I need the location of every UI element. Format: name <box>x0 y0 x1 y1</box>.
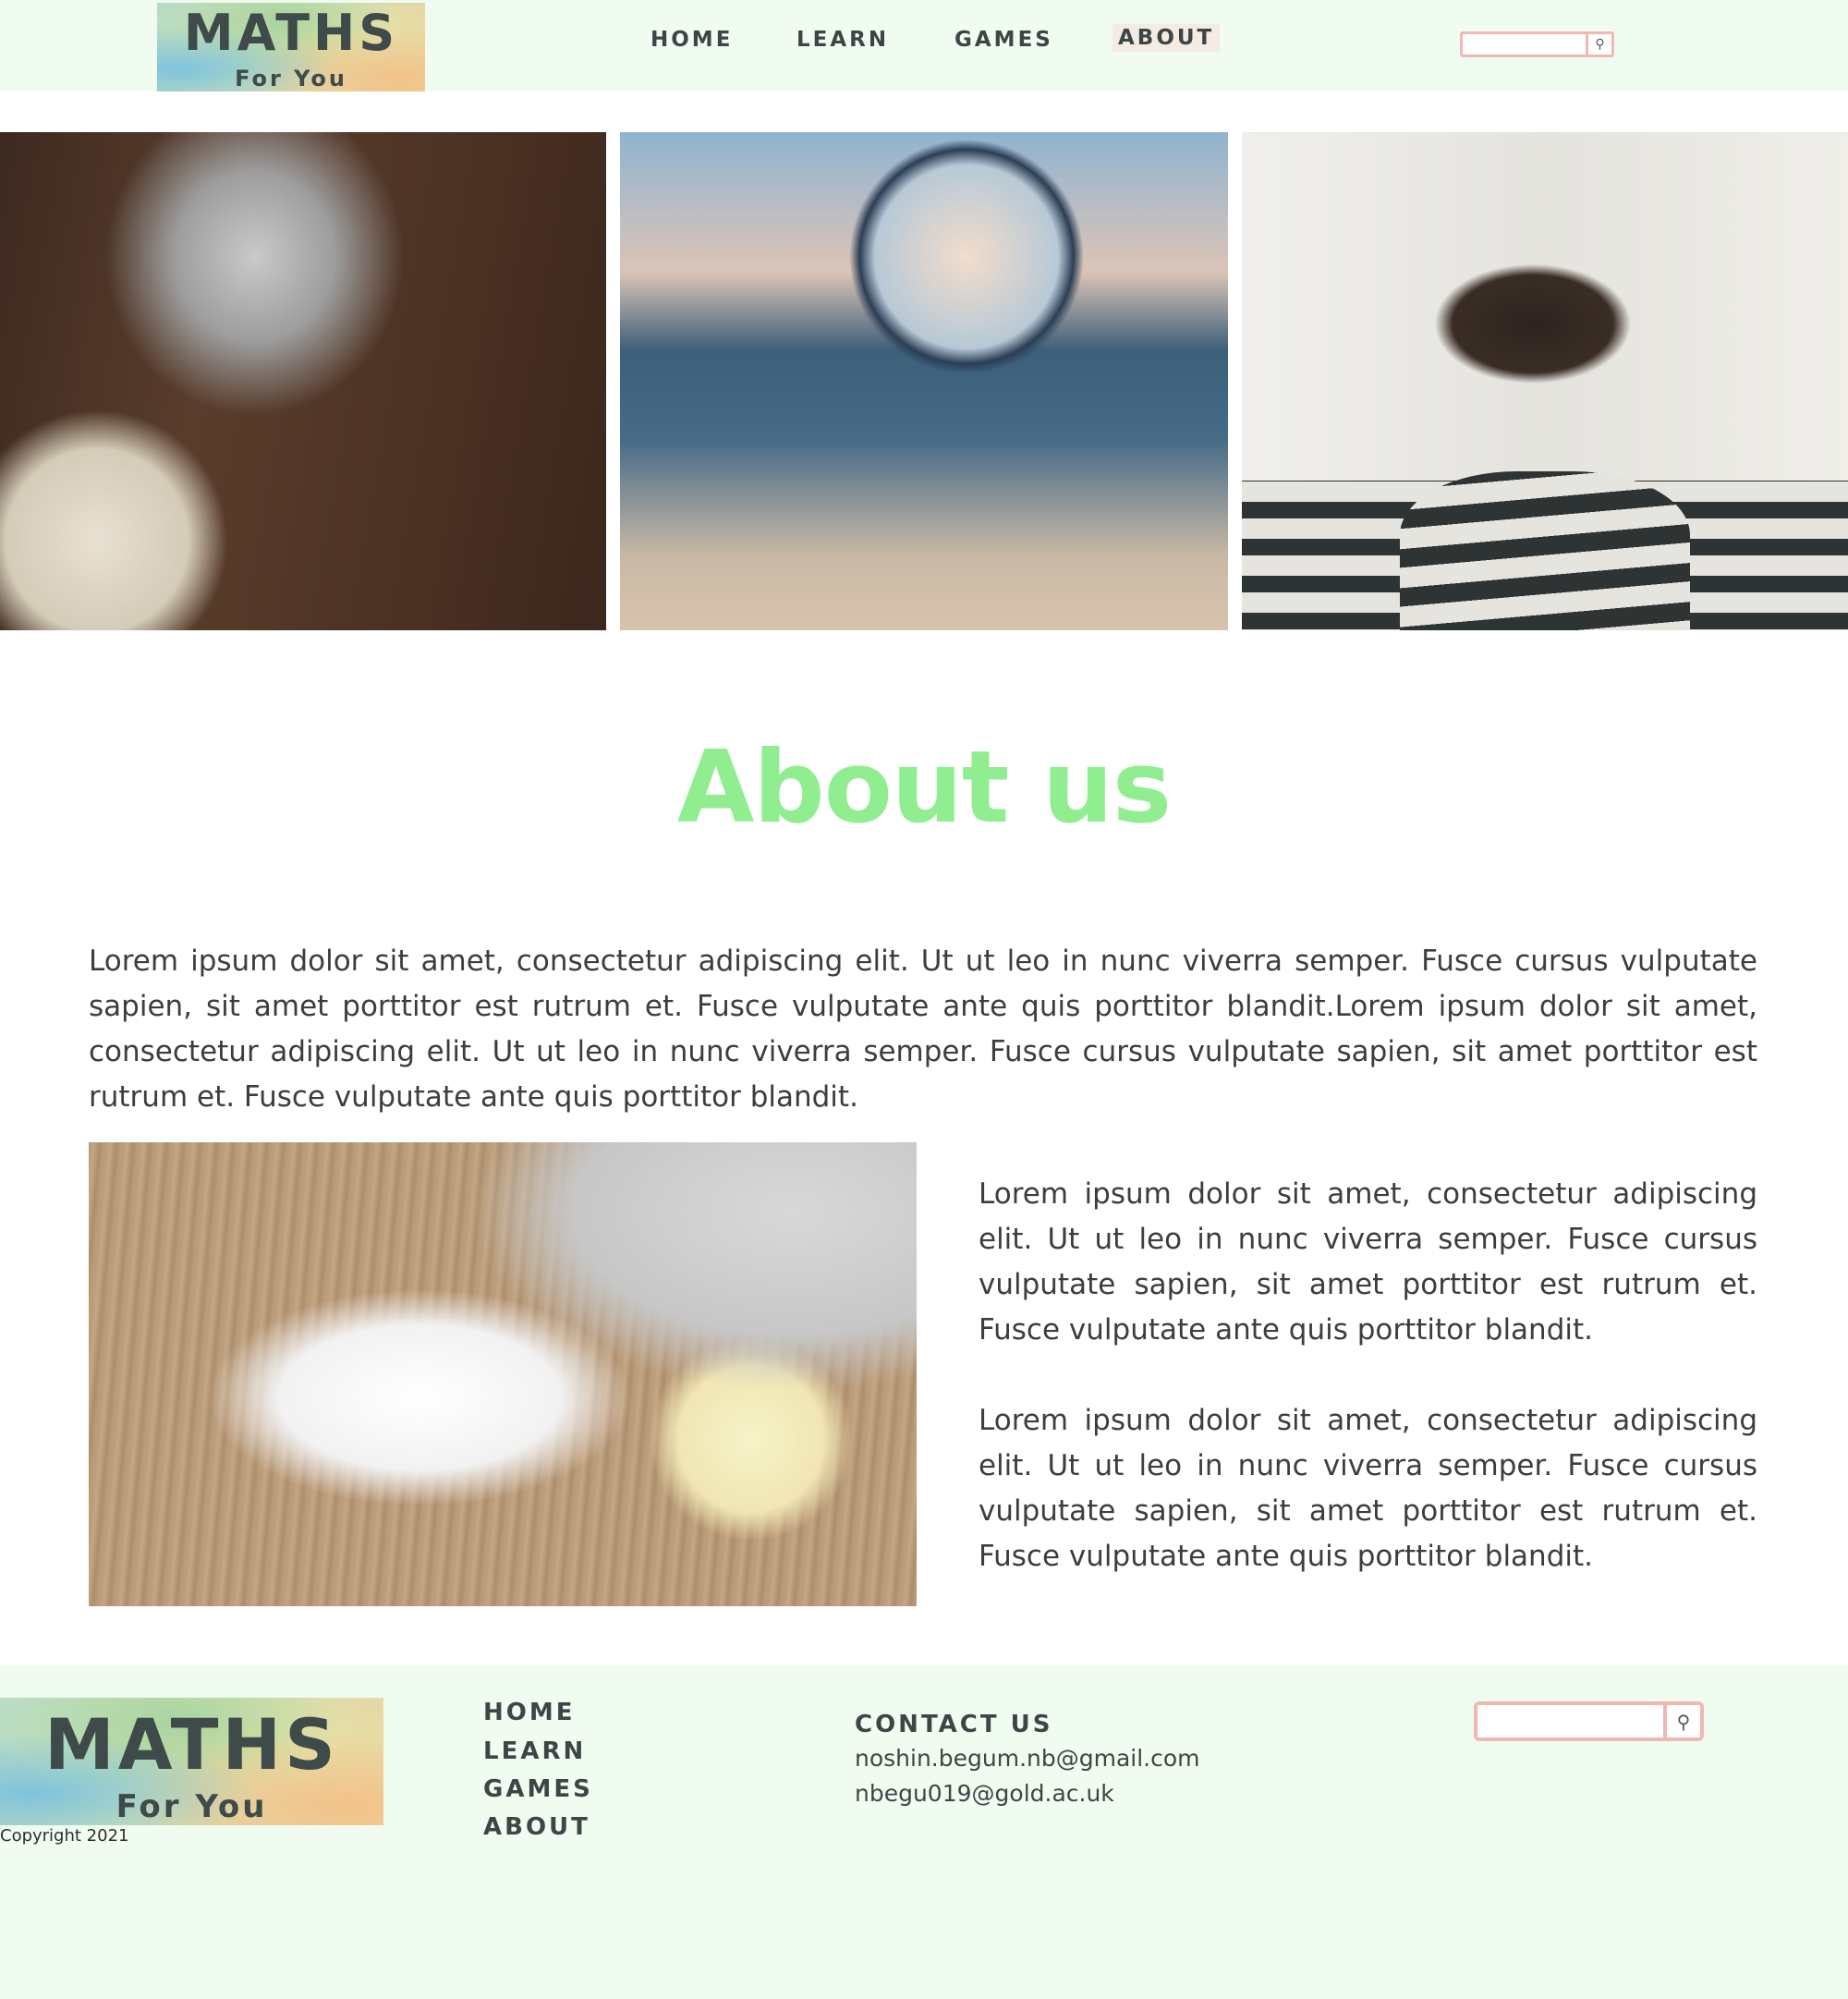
footer-search: ⚲ <box>1474 1701 1704 1741</box>
hero-image-magnifying-glass <box>620 132 1228 630</box>
header-search-button[interactable]: ⚲ <box>1586 34 1611 55</box>
about-paragraph-intro: Lorem ipsum dolor sit amet, consectetur … <box>89 945 1757 1114</box>
footer-logo-title: MATHS <box>44 1703 339 1786</box>
copyright-text: Copyright 2021 <box>0 1826 129 1846</box>
content-image-notebook <box>89 1142 917 1606</box>
footer-search-input[interactable] <box>1477 1705 1661 1737</box>
search-icon: ⚲ <box>1676 1710 1691 1733</box>
contact-email-2[interactable]: nbegu019@gold.ac.uk <box>855 1780 1114 1807</box>
footer-nav-games[interactable]: GAMES <box>483 1775 593 1803</box>
hero-image-idea-board <box>1242 132 1848 630</box>
site-logo[interactable]: MATHS For You <box>157 3 425 91</box>
footer-nav-home[interactable]: HOME <box>483 1699 576 1726</box>
logo-title: MATHS <box>183 4 399 62</box>
nav-about[interactable]: ABOUT <box>1112 24 1221 52</box>
logo-subtitle: For You <box>235 66 347 91</box>
footer-logo[interactable]: MATHS For You <box>0 1698 383 1825</box>
hero-image-laptop <box>0 132 606 630</box>
footer-nav-about[interactable]: ABOUT <box>483 1813 590 1841</box>
nav-learn[interactable]: LEARN <box>796 28 889 52</box>
contact-email-1[interactable]: noshin.begum.nb@gmail.com <box>855 1745 1200 1772</box>
nav-games[interactable]: GAMES <box>954 28 1053 52</box>
footer-search-button[interactable]: ⚲ <box>1663 1705 1700 1737</box>
header-search-input[interactable] <box>1463 34 1587 55</box>
contact-title: CONTACT US <box>855 1711 1053 1738</box>
header-search: ⚲ <box>1460 31 1614 57</box>
about-paragraph-2: Lorem ipsum dolor sit amet, consectetur … <box>979 1177 1757 1347</box>
search-icon: ⚲ <box>1595 37 1605 52</box>
about-paragraph-3: Lorem ipsum dolor sit amet, consectetur … <box>979 1404 1757 1573</box>
page-title: About us <box>676 730 1172 846</box>
footer-logo-subtitle: For You <box>116 1788 268 1825</box>
nav-home[interactable]: HOME <box>650 28 733 52</box>
footer-nav-learn[interactable]: LEARN <box>483 1737 586 1765</box>
